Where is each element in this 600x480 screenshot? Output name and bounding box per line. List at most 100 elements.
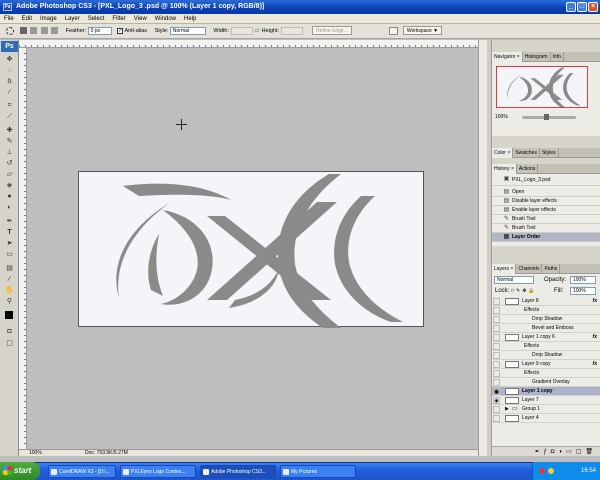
foreground-color-swatch[interactable] — [5, 311, 13, 319]
history-item[interactable]: ✎ Brush Tool — [492, 224, 600, 233]
navigator-zoom[interactable]: 100% — [495, 114, 508, 120]
trash-icon[interactable]: 🗑 — [585, 449, 597, 455]
healing-brush-tool-icon[interactable]: ✚ — [4, 126, 15, 136]
menu-help[interactable]: Help — [180, 14, 200, 24]
navigator-slider-thumb[interactable] — [544, 114, 549, 120]
intersect-selection-icon[interactable] — [51, 27, 59, 35]
dodge-tool-icon[interactable]: ◐ — [4, 203, 15, 213]
subtract-selection-icon[interactable] — [40, 27, 48, 35]
menu-filter[interactable]: Filter — [108, 14, 129, 24]
height-input[interactable] — [280, 26, 303, 35]
expand-arrow-icon[interactable]: ▶ — [505, 405, 509, 414]
close-button[interactable]: × — [588, 2, 598, 12]
clock[interactable]: 16:54 — [581, 468, 596, 474]
tab-channels[interactable]: Channels — [516, 264, 543, 274]
layer-row[interactable]: ◉ Layer 7 — [492, 396, 600, 405]
history-item[interactable]: ▤ Enable layer effects — [492, 206, 600, 215]
refine-edge-button[interactable]: Refine Edge... — [312, 26, 352, 36]
layer-row[interactable]: Layer 8 fx — [492, 297, 600, 306]
history-item[interactable]: ✎ Brush Tool — [492, 215, 600, 224]
workspace-button[interactable]: Workspace ▼ — [402, 26, 443, 36]
palette-well-icon[interactable] — [389, 26, 399, 35]
tab-navigator[interactable]: Navigator × — [492, 52, 523, 62]
history-item[interactable]: ▤ Open — [492, 188, 600, 197]
layer-row-selected[interactable]: ◉ Layer 1 copy — [492, 387, 600, 396]
type-tool-icon[interactable]: T — [4, 228, 15, 238]
opacity-input[interactable]: 100% — [570, 276, 596, 284]
visibility-toggle[interactable] — [493, 316, 500, 323]
menu-select[interactable]: Select — [84, 14, 109, 24]
tab-color[interactable]: Color × — [492, 148, 514, 158]
eye-icon[interactable]: ◉ — [493, 397, 500, 404]
magic-wand-tool-icon[interactable]: ⁄ — [4, 88, 15, 98]
fill-input[interactable]: 100% — [570, 287, 596, 295]
visibility-toggle[interactable] — [493, 298, 500, 305]
vertical-scrollbar[interactable] — [478, 40, 487, 456]
antialias-checkbox[interactable]: ✓ — [117, 27, 124, 34]
effect-row[interactable]: Drop Shadow — [492, 351, 600, 360]
move-tool-icon[interactable]: ✥ — [4, 55, 15, 65]
visibility-toggle[interactable] — [493, 406, 500, 413]
crop-tool-icon[interactable]: ⌗ — [4, 101, 15, 111]
new-selection-icon[interactable] — [19, 27, 27, 35]
history-item-selected[interactable]: ▦ Layer Order — [492, 233, 600, 242]
brush-tool-icon[interactable]: ✎ — [4, 137, 15, 147]
layer-row[interactable]: Layer 9 copy fx — [492, 360, 600, 369]
effect-row[interactable]: Bevel and Emboss — [492, 324, 600, 333]
tab-swatches[interactable]: Swatches — [513, 148, 540, 158]
visibility-toggle[interactable] — [493, 361, 500, 368]
taskbar-item-coreldraw[interactable]: CorelDRAW X3 - [D:\... — [48, 465, 116, 478]
visibility-toggle[interactable] — [493, 325, 500, 332]
visibility-toggle[interactable] — [493, 307, 500, 314]
paint-bucket-tool-icon[interactable]: ◈ — [4, 181, 15, 191]
group-row[interactable]: ▶ ▭ Group 1 — [492, 405, 600, 414]
style-select[interactable]: Normal — [169, 26, 206, 35]
visibility-toggle[interactable] — [493, 379, 500, 386]
menu-edit[interactable]: Edit — [18, 14, 36, 24]
zoom-level[interactable]: 100% — [29, 450, 42, 457]
menu-image[interactable]: Image — [36, 14, 61, 24]
effects-row[interactable]: Effects — [492, 342, 600, 351]
eraser-tool-icon[interactable]: ▱ — [4, 170, 15, 180]
history-brush-tool-icon[interactable]: ↺ — [4, 159, 15, 169]
shape-tool-icon[interactable]: ▭ — [4, 250, 15, 260]
new-group-icon[interactable]: ▭ — [566, 449, 576, 455]
width-input[interactable] — [230, 26, 253, 35]
new-layer-icon[interactable]: ▢ — [576, 449, 586, 455]
fx-icon[interactable]: fx — [593, 333, 597, 342]
taskbar-item-browser[interactable]: PXLEyes Logo Contes... — [120, 465, 196, 478]
visibility-toggle[interactable] — [493, 370, 500, 377]
effect-row[interactable]: Gradient Overlay — [492, 378, 600, 387]
lasso-tool-icon[interactable]: ꝺ — [4, 77, 15, 87]
hand-tool-icon[interactable]: ✋ — [4, 286, 15, 296]
visibility-toggle[interactable] — [493, 415, 500, 422]
marquee-tool-icon[interactable]: ◌ — [4, 66, 15, 76]
add-style-icon[interactable]: ƒ — [543, 449, 550, 455]
lock-icons[interactable]: □✎✥🔒 — [511, 288, 537, 294]
elliptical-marquee-icon[interactable] — [6, 26, 14, 35]
add-selection-icon[interactable] — [30, 27, 38, 35]
effects-row[interactable]: Effects — [492, 306, 600, 315]
swap-icon[interactable]: ⇄ — [254, 24, 260, 39]
history-item[interactable]: ▤ Disable layer effects — [492, 197, 600, 206]
history-snapshot[interactable]: ▣ PXL_Logo_3.psd — [492, 174, 600, 186]
tab-layers[interactable]: Layers × — [492, 264, 517, 274]
navigator-zoom-slider[interactable] — [522, 116, 576, 119]
navigator-preview[interactable] — [496, 66, 588, 108]
maximize-button[interactable]: □ — [577, 2, 587, 12]
fx-icon[interactable]: fx — [593, 360, 597, 369]
notes-tool-icon[interactable]: ▤ — [4, 264, 15, 274]
effect-row[interactable]: Drop Shadow — [492, 315, 600, 324]
menu-layer[interactable]: Layer — [61, 14, 84, 24]
layer-row[interactable]: Layer 1 copy 6 fx — [492, 333, 600, 342]
start-button[interactable]: start — [0, 462, 40, 480]
blend-mode-select[interactable]: Normal — [494, 276, 534, 284]
tab-paths[interactable]: Paths — [542, 264, 561, 274]
taskbar-item-photoshop[interactable]: Adobe Photoshop CS3... — [200, 465, 276, 478]
slice-tool-icon[interactable]: ⟋ — [4, 112, 15, 122]
eyedropper-tool-icon[interactable]: ⁄ — [4, 275, 15, 285]
tab-actions[interactable]: Actions — [517, 164, 539, 174]
tray-icon[interactable] — [539, 468, 545, 474]
blur-tool-icon[interactable]: ● — [4, 192, 15, 202]
window-title-bar[interactable]: Ps Adobe Photoshop CS3 - [PXL_Logo_3 .ps… — [0, 0, 600, 14]
